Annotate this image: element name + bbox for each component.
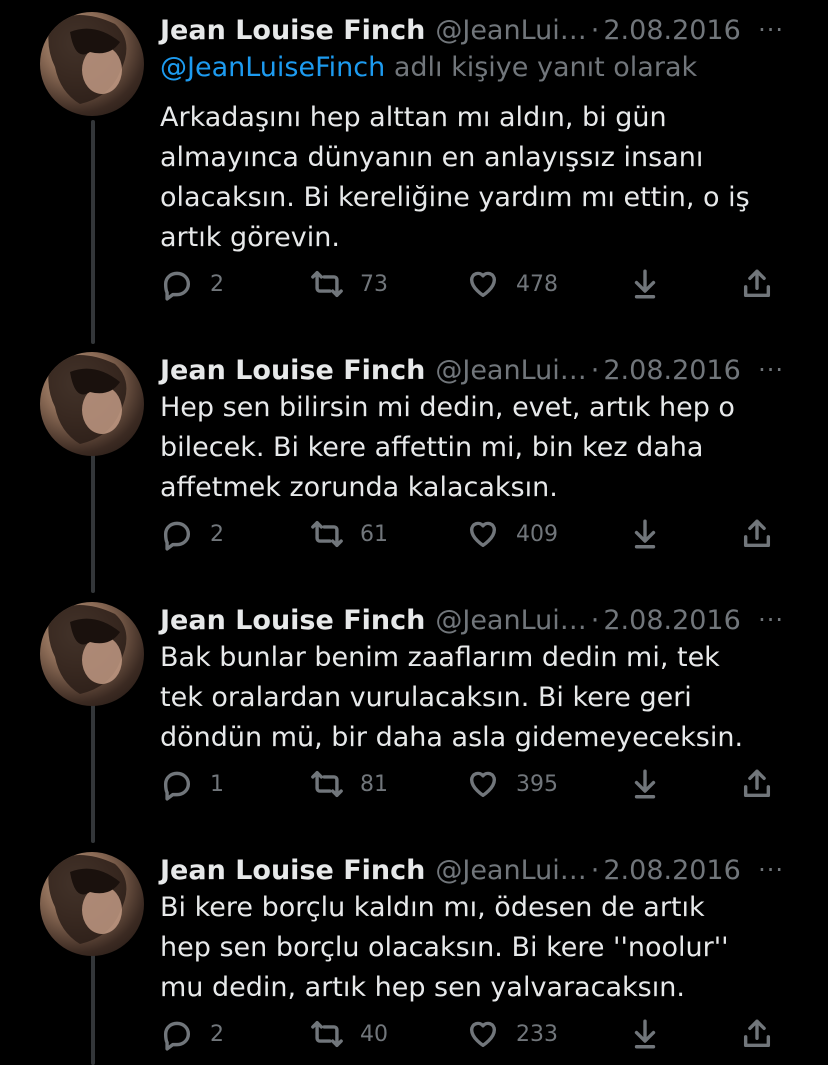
author-handle[interactable]: @JeanLui… (435, 355, 586, 386)
tweet[interactable]: Jean Louise Finch @JeanLui… · 2.08.2016 … (0, 8, 828, 338)
download-icon (634, 1019, 656, 1049)
share-button[interactable] (740, 514, 774, 554)
reply-to-label: adlı kişiye yanıt olarak (385, 52, 698, 83)
replying-to: @JeanLuiseFinch adlı kişiye yanıt olarak (160, 52, 697, 83)
reply-count: 2 (210, 1021, 224, 1047)
retweet-icon (311, 270, 343, 298)
avatar-image (48, 854, 127, 944)
tweet-date[interactable]: 2.08.2016 (603, 605, 740, 636)
share-icon (743, 269, 771, 298)
download-icon (634, 519, 656, 549)
like-button[interactable]: 233 (466, 1014, 558, 1054)
share-button[interactable] (740, 1014, 774, 1054)
download-button[interactable] (628, 264, 662, 304)
retweet-count: 81 (360, 771, 388, 797)
more-options-button[interactable]: ··· (758, 8, 784, 52)
avatar[interactable] (40, 12, 144, 116)
download-button[interactable] (628, 514, 662, 554)
tweet-header: Jean Louise Finch @JeanLui… · 2.08.2016 (160, 8, 800, 52)
tweet-text: Arkadaşını hep alttan mı aldın, bi gün a… (160, 102, 750, 253)
reply-icon (163, 771, 191, 801)
download-button[interactable] (628, 1014, 662, 1054)
tweet-actions: 2 61 409 (160, 514, 790, 554)
author-handle[interactable]: @JeanLui… (435, 855, 586, 886)
share-button[interactable] (740, 264, 774, 304)
heart-icon (469, 1021, 497, 1048)
reply-icon (163, 1021, 191, 1051)
reply-mention-link[interactable]: @JeanLuiseFinch (160, 52, 385, 83)
share-icon (743, 1019, 771, 1048)
tweet-header: Jean Louise Finch @JeanLui… · 2.08.2016 (160, 598, 800, 642)
heart-icon (469, 521, 497, 548)
retweet-button[interactable]: 81 (310, 764, 388, 804)
tweet[interactable]: Jean Louise Finch @JeanLui… · 2.08.2016 … (0, 848, 828, 1065)
tweet-actions: 2 73 478 (160, 264, 790, 304)
reply-button[interactable]: 2 (160, 514, 224, 554)
reply-button[interactable]: 2 (160, 1014, 224, 1054)
tweet-text: Bak bunlar benim zaaflarım dedin mi, tek… (160, 642, 744, 753)
author-handle[interactable]: @JeanLui… (435, 605, 586, 636)
like-button[interactable]: 409 (466, 514, 558, 554)
author-name[interactable]: Jean Louise Finch (160, 605, 425, 636)
avatar-image (48, 604, 127, 694)
author-name[interactable]: Jean Louise Finch (160, 355, 425, 386)
heart-icon (469, 271, 497, 298)
retweet-count: 73 (360, 271, 388, 297)
avatar[interactable] (40, 852, 144, 956)
share-button[interactable] (740, 764, 774, 804)
tweet-actions: 2 40 233 (160, 1014, 790, 1054)
more-options-button[interactable]: ··· (758, 848, 784, 892)
avatar[interactable] (40, 602, 144, 706)
like-count: 395 (516, 771, 558, 797)
like-count: 478 (516, 271, 558, 297)
separator: · (590, 354, 600, 386)
separator: · (590, 604, 600, 636)
download-icon (634, 269, 656, 299)
reply-button[interactable]: 1 (160, 764, 224, 804)
tweet-date[interactable]: 2.08.2016 (603, 855, 740, 886)
heart-icon (469, 771, 497, 798)
share-icon (743, 519, 771, 548)
retweet-count: 61 (360, 521, 388, 547)
retweet-button[interactable]: 40 (310, 1014, 388, 1054)
tweet[interactable]: Jean Louise Finch @JeanLui… · 2.08.2016 … (0, 598, 828, 838)
tweet-header: Jean Louise Finch @JeanLui… · 2.08.2016 (160, 348, 800, 392)
tweet-date[interactable]: 2.08.2016 (603, 355, 740, 386)
tweet-text: Bi kere borçlu kaldın mı, ödesen de artı… (160, 892, 729, 1003)
tweet-header: Jean Louise Finch @JeanLui… · 2.08.2016 (160, 848, 800, 892)
like-button[interactable]: 395 (466, 764, 558, 804)
tweet-text: Hep sen bilirsin mi dedin, evet, artık h… (160, 392, 735, 503)
download-icon (634, 769, 656, 799)
like-count: 409 (516, 521, 558, 547)
share-icon (743, 769, 771, 798)
like-count: 233 (516, 1021, 558, 1047)
avatar[interactable] (40, 352, 144, 456)
author-handle[interactable]: @JeanLui… (435, 15, 586, 46)
reply-icon (163, 521, 191, 551)
retweet-icon (311, 1020, 343, 1048)
reply-button[interactable]: 2 (160, 264, 224, 304)
tweet[interactable]: Jean Louise Finch @JeanLui… · 2.08.2016 … (0, 348, 828, 588)
separator: · (590, 14, 600, 46)
retweet-button[interactable]: 73 (310, 264, 388, 304)
more-options-button[interactable]: ··· (758, 348, 784, 392)
avatar-image (48, 14, 127, 104)
retweet-count: 40 (360, 1021, 388, 1047)
reply-count: 2 (210, 521, 224, 547)
retweet-icon (311, 520, 343, 548)
avatar-image (48, 354, 127, 444)
more-options-button[interactable]: ··· (758, 598, 784, 642)
tweet-date[interactable]: 2.08.2016 (603, 15, 740, 46)
download-button[interactable] (628, 764, 662, 804)
retweet-icon (311, 770, 343, 798)
reply-count: 1 (210, 771, 224, 797)
like-button[interactable]: 478 (466, 264, 558, 304)
reply-count: 2 (210, 271, 224, 297)
separator: · (590, 854, 600, 886)
tweet-actions: 1 81 395 (160, 764, 790, 804)
author-name[interactable]: Jean Louise Finch (160, 15, 425, 46)
reply-icon (163, 271, 191, 301)
author-name[interactable]: Jean Louise Finch (160, 855, 425, 886)
retweet-button[interactable]: 61 (310, 514, 388, 554)
